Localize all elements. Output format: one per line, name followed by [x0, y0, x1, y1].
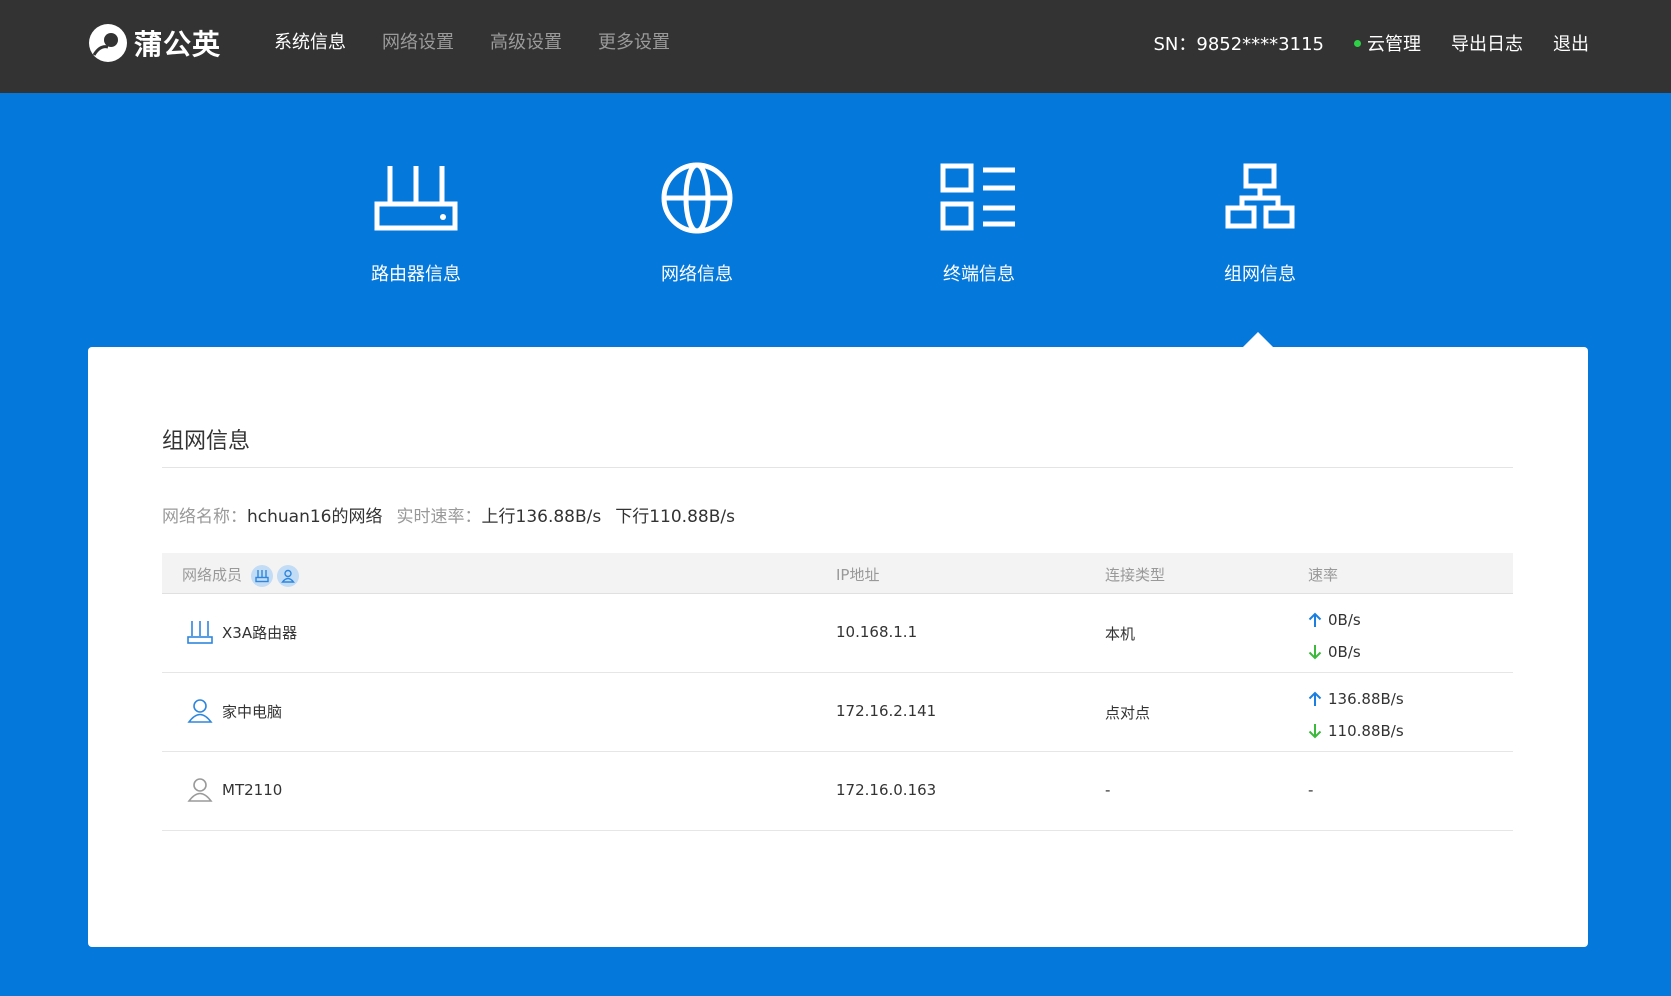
member-name: MT2110 [222, 781, 283, 799]
divider [162, 467, 1513, 468]
member-ip: 172.16.0.163 [836, 781, 937, 799]
network-summary: 网络名称：hchuan16的网络 实时速率：上行136.88B/s 下行110.88… [162, 502, 735, 527]
export-log-link[interactable]: 导出日志 [1451, 30, 1523, 56]
category-terminal-info[interactable]: 终端信息 [899, 160, 1059, 286]
member-ip: 10.168.1.1 [836, 623, 918, 641]
category-label: 路由器信息 [371, 264, 461, 285]
header-ip: IP地址 [836, 566, 880, 584]
filter-user-icon[interactable] [276, 564, 299, 587]
logout-link[interactable]: 退出 [1553, 30, 1589, 56]
member-name-cell: X3A路由器 [186, 618, 297, 646]
cloud-status-dot [1354, 39, 1361, 47]
nav-more-settings[interactable]: 更多设置 [598, 28, 670, 54]
member-name-cell: 家中电脑 [186, 697, 282, 725]
arrow-down-icon [1308, 724, 1322, 739]
member-rate: - [1308, 781, 1314, 799]
user-icon [187, 699, 213, 723]
member-download-rate: 0B/s [1328, 643, 1361, 661]
user-icon [187, 778, 213, 802]
member-download-rate: 110.88B/s [1328, 722, 1404, 740]
header-connection-type: 连接类型 [1105, 566, 1166, 584]
download-speed: 下行110.88B/s [615, 507, 735, 527]
table-row: MT2110 172.16.0.163 - - [162, 752, 1513, 831]
router-icon [374, 166, 458, 231]
member-name: 家中电脑 [222, 702, 283, 721]
filter-router-icon[interactable] [250, 564, 273, 587]
member-connection-type: 本机 [1105, 625, 1136, 643]
member-rate: 0B/s 0B/s [1308, 604, 1361, 668]
device-list-icon [940, 163, 1015, 231]
selected-category-pointer [1243, 332, 1273, 347]
serial-number: SN：9852****3115 [1153, 34, 1324, 55]
table-header: 网络成员 IP地址 连接类型 速率 [162, 553, 1513, 594]
member-rate: 136.88B/s 110.88B/s [1308, 683, 1404, 747]
realtime-speed-label: 实时速率： [396, 507, 482, 527]
member-connection-type: 点对点 [1105, 704, 1151, 722]
nav-network-settings[interactable]: 网络设置 [382, 28, 454, 54]
category-network-info[interactable]: 网络信息 [617, 160, 777, 286]
arrow-down-icon [1308, 645, 1322, 660]
arrow-up-icon [1308, 691, 1322, 706]
member-name: X3A路由器 [222, 623, 298, 642]
member-upload-rate: 0B/s [1328, 611, 1361, 629]
header-actions: SN：9852****3115 云管理 导出日志 退出 [1153, 30, 1589, 56]
nav-advanced-settings[interactable]: 高级设置 [490, 28, 562, 54]
cloud-management-label: 云管理 [1367, 34, 1421, 55]
networking-info-panel: 组网信息 网络名称：hchuan16的网络 实时速率：上行136.88B/s 下行1… [88, 347, 1588, 947]
router-icon [187, 621, 213, 644]
member-ip: 172.16.2.141 [836, 702, 937, 720]
header-member-label: 网络成员 [182, 566, 243, 584]
members-table: 网络成员 IP地址 连接类型 速率 X3A路由器 10.168.1.1 本机 0… [162, 553, 1513, 831]
globe-icon [661, 162, 733, 234]
category-networking-info[interactable]: 组网信息 [1180, 160, 1340, 286]
main-nav: 系统信息 网络设置 高级设置 更多设置 [274, 28, 670, 54]
category-router-info[interactable]: 路由器信息 [336, 160, 496, 286]
arrow-up-icon [1308, 612, 1322, 627]
logo[interactable]: 蒲公英 [88, 22, 221, 64]
brand-name: 蒲公英 [134, 28, 222, 61]
network-topology-icon [1225, 163, 1295, 229]
member-name-cell: MT2110 [186, 776, 282, 804]
member-connection-type: - [1105, 781, 1111, 799]
header-member: 网络成员 [182, 564, 299, 587]
table-row: 家中电脑 172.16.2.141 点对点 136.88B/s 110.88B/… [162, 673, 1513, 752]
header-rate: 速率 [1308, 566, 1339, 584]
top-bar: 蒲公英 系统信息 网络设置 高级设置 更多设置 SN：9852****3115 … [0, 0, 1671, 93]
member-upload-rate: 136.88B/s [1328, 690, 1404, 708]
cloud-management-link[interactable]: 云管理 [1354, 30, 1421, 56]
upload-speed: 上行136.88B/s [481, 507, 602, 527]
table-row: X3A路由器 10.168.1.1 本机 0B/s 0B/s [162, 594, 1513, 673]
network-name-label: 网络名称： [162, 507, 247, 527]
category-label: 组网信息 [1224, 264, 1296, 285]
category-label: 网络信息 [661, 264, 733, 285]
category-label: 终端信息 [943, 264, 1015, 285]
network-name: hchuan16的网络 [247, 507, 383, 527]
panel-title: 组网信息 [162, 429, 251, 454]
nav-system-info[interactable]: 系统信息 [274, 28, 346, 54]
dandelion-logo-icon [89, 24, 127, 62]
